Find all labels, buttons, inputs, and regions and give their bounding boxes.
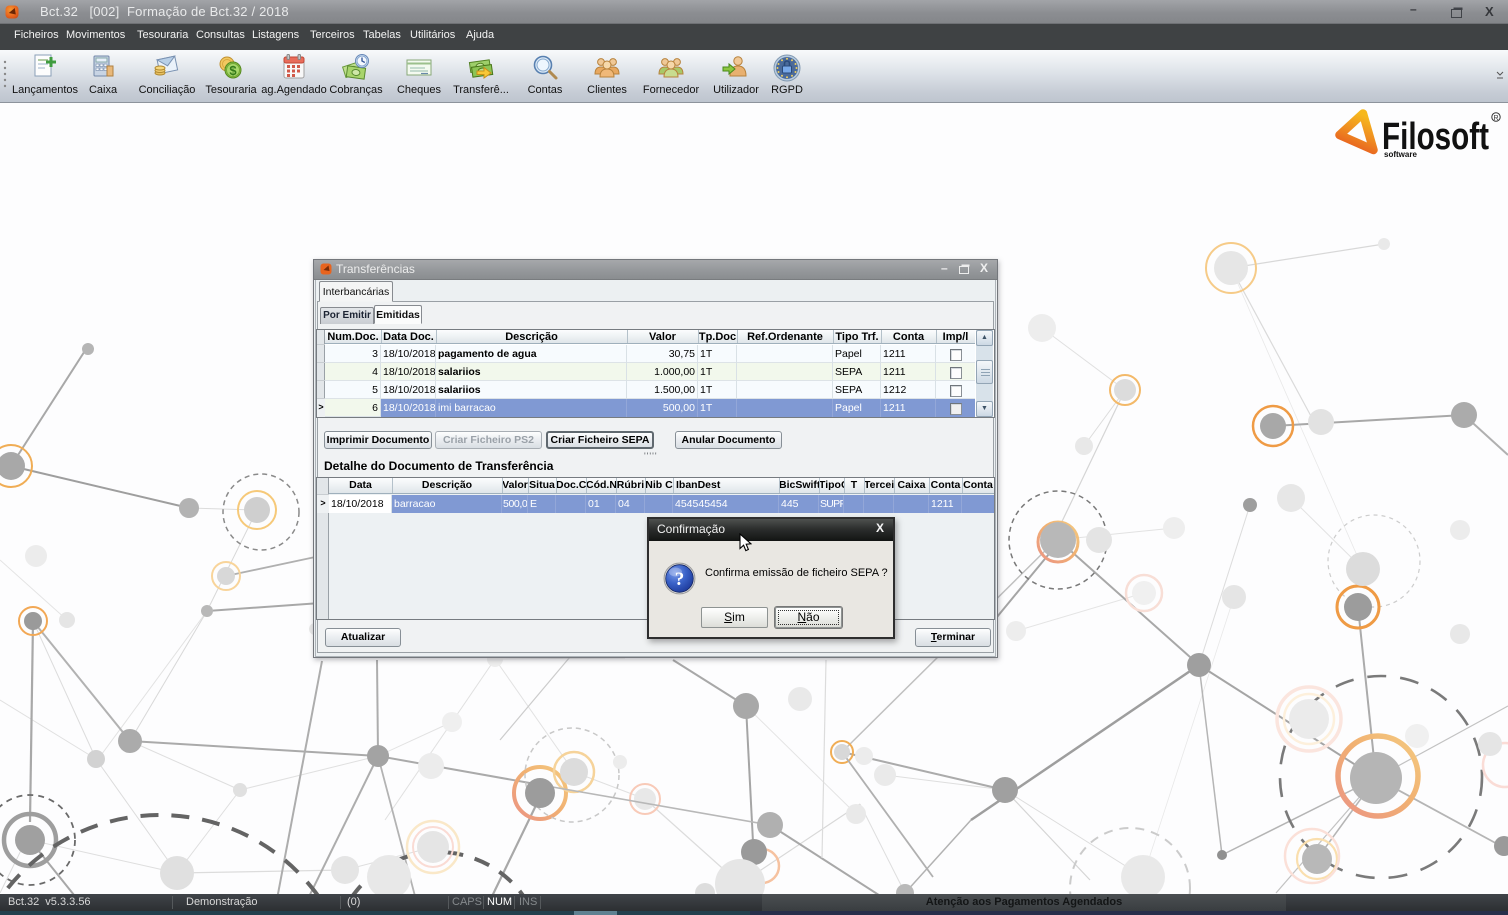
- svg-text:software: software: [1384, 150, 1417, 159]
- svg-text:R: R: [1493, 115, 1498, 122]
- svg-text:?: ?: [675, 569, 685, 590]
- svg-text:$: $: [229, 63, 237, 78]
